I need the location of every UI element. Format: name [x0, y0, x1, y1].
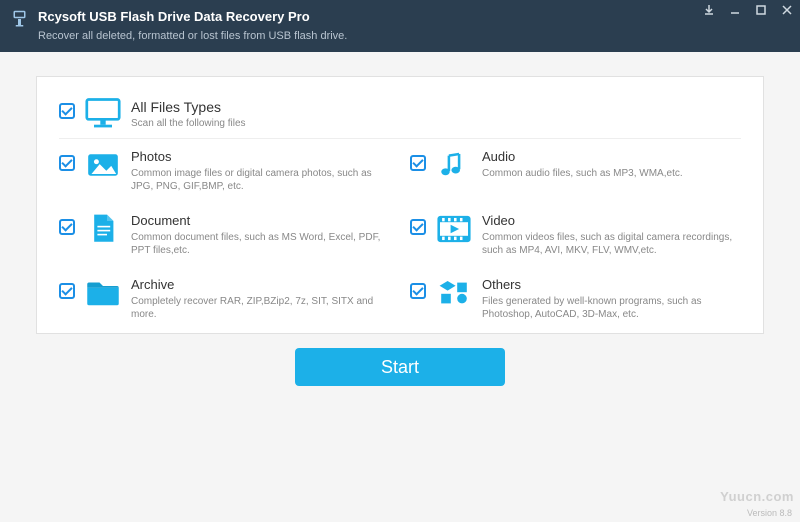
all-types-desc: Scan all the following files	[131, 117, 246, 130]
watermark-text: Yuucn.com	[720, 489, 794, 504]
others-title: Others	[482, 277, 741, 293]
document-title: Document	[131, 213, 390, 229]
document-icon	[85, 213, 121, 245]
all-types-checkbox[interactable]	[59, 103, 75, 119]
close-button[interactable]	[774, 0, 800, 20]
others-icon	[436, 277, 472, 309]
version-text: Version 8.8	[747, 508, 792, 518]
video-desc: Common videos files, such as digital cam…	[482, 231, 741, 257]
photos-title: Photos	[131, 149, 390, 165]
title-bar: Rcysoft USB Flash Drive Data Recovery Pr…	[0, 0, 800, 52]
document-desc: Common document files, such as MS Word, …	[131, 231, 390, 257]
audio-checkbox[interactable]	[410, 155, 426, 171]
category-archive: Archive Completely recover RAR, ZIP,BZip…	[59, 277, 390, 321]
category-document: Document Common document files, such as …	[59, 213, 390, 257]
document-checkbox[interactable]	[59, 219, 75, 235]
minimize-button[interactable]	[722, 0, 748, 20]
photos-desc: Common image files or digital camera pho…	[131, 167, 390, 193]
audio-icon	[436, 149, 472, 181]
download-button[interactable]	[696, 0, 722, 20]
others-checkbox[interactable]	[410, 283, 426, 299]
category-photos: Photos Common image files or digital cam…	[59, 149, 390, 193]
audio-desc: Common audio files, such as MP3, WMA,etc…	[482, 167, 683, 180]
category-video: Video Common videos files, such as digit…	[410, 213, 741, 257]
app-title: Rcysoft USB Flash Drive Data Recovery Pr…	[38, 8, 347, 26]
others-desc: Files generated by well-known programs, …	[482, 295, 741, 321]
video-checkbox[interactable]	[410, 219, 426, 235]
audio-title: Audio	[482, 149, 683, 165]
archive-icon	[85, 277, 121, 309]
all-types-row: All Files Types Scan all the following f…	[59, 97, 741, 139]
start-button-wrap: Start	[36, 348, 764, 386]
archive-title: Archive	[131, 277, 390, 293]
app-subtitle: Recover all deleted, formatted or lost f…	[38, 28, 347, 44]
category-audio: Audio Common audio files, such as MP3, W…	[410, 149, 741, 193]
title-left: Rcysoft USB Flash Drive Data Recovery Pr…	[12, 8, 347, 44]
start-button[interactable]: Start	[295, 348, 505, 386]
maximize-button[interactable]	[748, 0, 774, 20]
content-area: All Files Types Scan all the following f…	[0, 52, 800, 396]
all-types-title: All Files Types	[131, 99, 246, 115]
category-others: Others Files generated by well-known pro…	[410, 277, 741, 321]
archive-desc: Completely recover RAR, ZIP,BZip2, 7z, S…	[131, 295, 390, 321]
photo-icon	[85, 149, 121, 181]
file-types-panel: All Files Types Scan all the following f…	[36, 76, 764, 334]
monitor-icon	[85, 97, 121, 129]
window-controls	[696, 0, 800, 20]
archive-checkbox[interactable]	[59, 283, 75, 299]
video-icon	[436, 213, 472, 245]
photos-checkbox[interactable]	[59, 155, 75, 171]
video-title: Video	[482, 213, 741, 229]
app-icon	[12, 10, 30, 28]
categories-grid: Photos Common image files or digital cam…	[59, 149, 741, 321]
